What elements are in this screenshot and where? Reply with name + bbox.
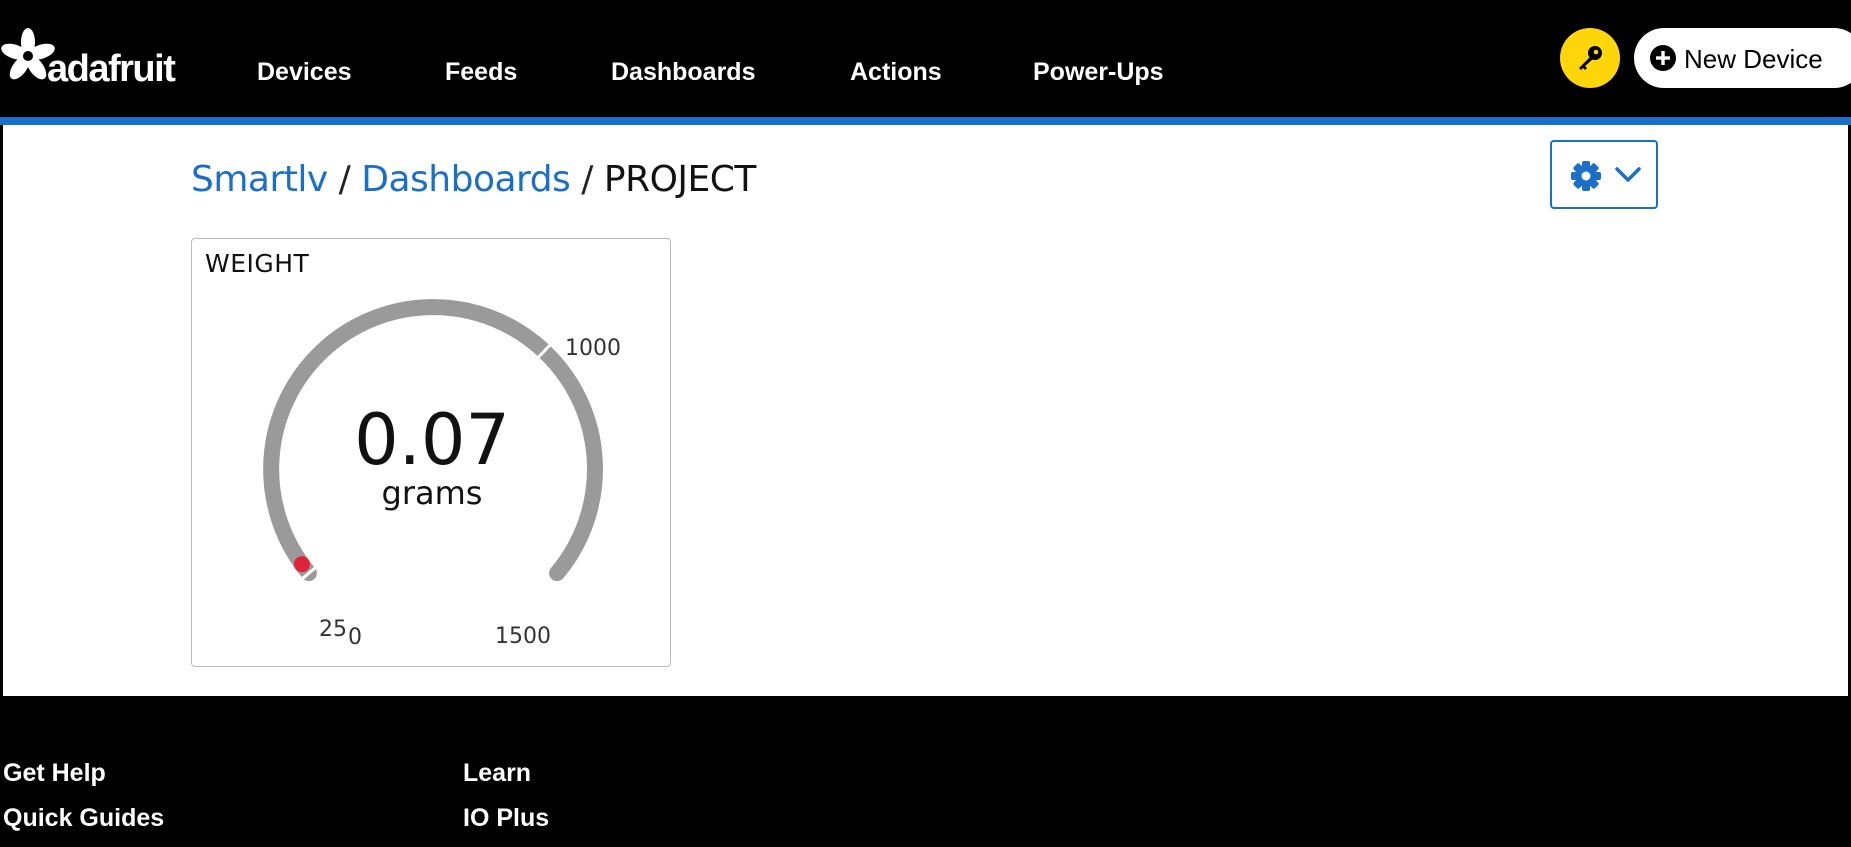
chevron-down-icon bbox=[1615, 167, 1641, 182]
footer-link-learn[interactable]: Learn bbox=[463, 759, 531, 788]
dashboard-main: Smartlv / Dashboards / PROJECT WEIGHT 0.… bbox=[3, 125, 1848, 696]
gauge-value-indicator bbox=[293, 556, 310, 573]
key-icon bbox=[1579, 46, 1602, 70]
new-device-label: New Device bbox=[1684, 44, 1823, 74]
breadcrumb-dashboards-link[interactable]: Dashboards bbox=[361, 159, 571, 200]
breadcrumb-separator: / bbox=[581, 159, 593, 200]
breadcrumb-separator: / bbox=[338, 159, 351, 200]
footer-link-io-plus[interactable]: IO Plus bbox=[463, 804, 549, 833]
footer-link-get-help[interactable]: Get Help bbox=[3, 759, 106, 788]
gauge-tick-label-max: 1500 bbox=[495, 624, 551, 649]
nav-link-devices[interactable]: Devices bbox=[257, 58, 352, 87]
brand-wordmark: adafruit bbox=[47, 48, 176, 90]
gauge-block[interactable]: WEIGHT 0.07 grams 25 0 1000 1500 bbox=[191, 238, 671, 667]
gauge-tick-label-min-b: 0 bbox=[348, 625, 362, 650]
adafruit-logo[interactable]: adafruit bbox=[0, 26, 180, 90]
breadcrumb-user-link[interactable]: Smartlv bbox=[191, 159, 328, 200]
gauge-tick-label-min-a: 25 bbox=[319, 617, 347, 642]
nav-link-actions[interactable]: Actions bbox=[850, 58, 942, 87]
new-device-button[interactable]: New Device bbox=[1634, 28, 1851, 88]
api-key-button[interactable] bbox=[1560, 28, 1620, 88]
gauge-value: 0.07 bbox=[354, 399, 510, 481]
nav-link-feeds[interactable]: Feeds bbox=[445, 58, 517, 87]
footer-link-quick-guides[interactable]: Quick Guides bbox=[3, 804, 164, 833]
gear-icon bbox=[1571, 161, 1601, 191]
top-navbar: adafruit Devices Feeds Dashboards Action… bbox=[0, 0, 1851, 125]
nav-link-power-ups[interactable]: Power-Ups bbox=[1033, 58, 1164, 87]
breadcrumb: Smartlv / Dashboards / PROJECT bbox=[191, 159, 756, 200]
gauge-unit: grams bbox=[381, 474, 483, 512]
dashboard-settings-dropdown[interactable] bbox=[1550, 140, 1658, 209]
navbar-accent-bar bbox=[0, 117, 1851, 125]
breadcrumb-current-dashboard: PROJECT bbox=[603, 159, 757, 200]
plus-circle-icon bbox=[1650, 45, 1676, 71]
gauge-tick-label-warning: 1000 bbox=[565, 336, 621, 361]
nav-link-dashboards[interactable]: Dashboards bbox=[611, 58, 755, 87]
